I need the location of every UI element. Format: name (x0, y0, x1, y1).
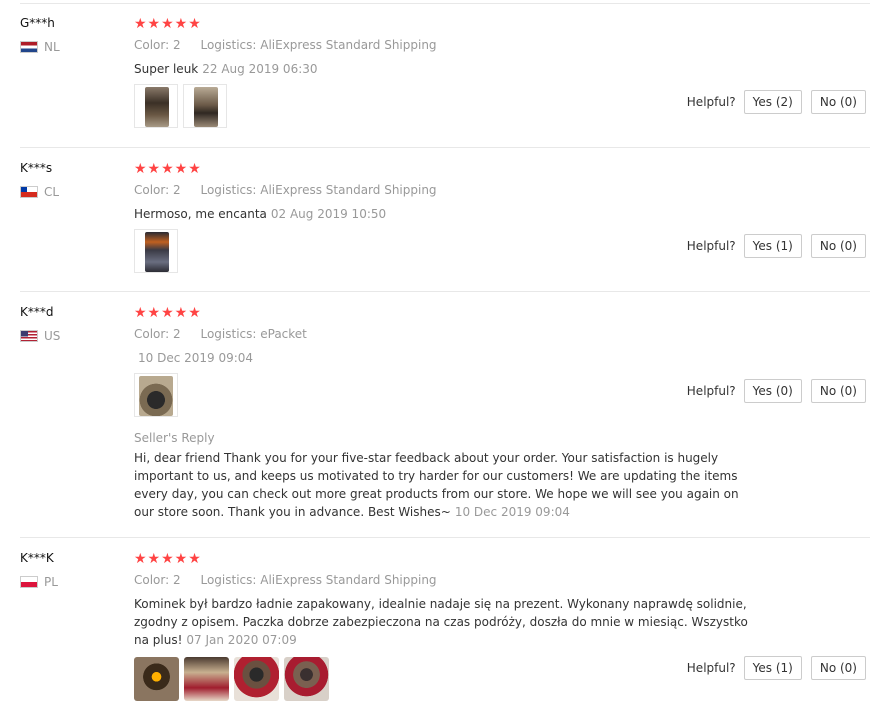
order-properties: Color: 2 Logistics: AliExpress Standard … (134, 183, 754, 197)
vote-no-button[interactable]: No (0) (810, 234, 866, 258)
flag-us-icon (20, 330, 38, 342)
review-body: ★★★★★ Color: 2 Logistics: AliExpress Sta… (134, 161, 754, 273)
review-divider (20, 291, 870, 292)
star-rating: ★★★★★ (134, 161, 202, 177)
review-photo-thumbnail[interactable] (134, 229, 178, 273)
country-code: PL (44, 575, 58, 589)
helpful-label: Helpful? (686, 661, 736, 675)
color-label: Color: (134, 327, 170, 341)
review-content: Hermoso, me encanta (134, 207, 267, 221)
review-photo-thumbnail[interactable] (134, 657, 179, 701)
color-label: Color: (134, 183, 170, 197)
vote-yes-button[interactable]: Yes (1) (743, 656, 802, 680)
review-photos (134, 373, 754, 417)
helpful-label: Helpful? (686, 95, 736, 109)
review-text: Hermoso, me encanta 02 Aug 2019 10:50 (134, 205, 754, 223)
review-photos (134, 229, 754, 273)
seller-reply-date: 10 Dec 2019 09:04 (454, 505, 570, 519)
seller-reply-content: Hi, dear friend Thank you for your five-… (134, 451, 739, 519)
order-properties: Color: 2 Logistics: AliExpress Standard … (134, 573, 754, 587)
review-divider (20, 537, 870, 538)
review-body: ★★★★★ Color: 2 Logistics: ePacket 10 Dec… (134, 305, 754, 521)
vote-yes-button[interactable]: Yes (1) (743, 234, 802, 258)
country-code: US (44, 329, 61, 343)
review-photo-thumbnail[interactable] (234, 657, 279, 701)
logistics-value: AliExpress Standard Shipping (260, 38, 437, 52)
seller-reply: Hi, dear friend Thank you for your five-… (134, 449, 754, 521)
review-date: 07 Jan 2020 07:09 (186, 633, 297, 647)
flag-cl-icon (20, 186, 38, 198)
star-rating: ★★★★★ (134, 16, 202, 32)
review-photo-thumbnail[interactable] (134, 84, 178, 128)
logistics-value: AliExpress Standard Shipping (260, 573, 437, 587)
color-value: 2 (173, 38, 181, 52)
review-date: 22 Aug 2019 06:30 (202, 62, 318, 76)
vote-yes-button[interactable]: Yes (0) (743, 379, 802, 403)
helpful-label: Helpful? (686, 384, 736, 398)
logistics-label: Logistics: (200, 38, 257, 52)
review-photo-thumbnail[interactable] (183, 84, 227, 128)
reviewer-country: PL (20, 575, 120, 589)
reviewer-info: K***d US (20, 305, 120, 343)
helpful-votes: Helpful? Yes (2) No (0) (687, 90, 866, 114)
review-divider (20, 147, 870, 148)
helpful-votes: Helpful? Yes (0) No (0) (687, 379, 866, 403)
reviewer-info: G***h NL (20, 16, 120, 54)
reviewer-country: NL (20, 40, 120, 54)
review-body: ★★★★★ Color: 2 Logistics: AliExpress Sta… (134, 551, 754, 701)
review-photo-thumbnail[interactable] (284, 657, 329, 701)
review-photo-thumbnail[interactable] (184, 657, 229, 701)
seller-reply-title: Seller's Reply (134, 431, 215, 445)
color-label: Color: (134, 38, 170, 52)
order-properties: Color: 2 Logistics: ePacket (134, 327, 754, 341)
country-code: CL (44, 185, 60, 199)
helpful-votes: Helpful? Yes (1) No (0) (687, 656, 866, 680)
reviewer-country: US (20, 329, 120, 343)
review-photos (134, 84, 754, 128)
star-rating: ★★★★★ (134, 305, 202, 321)
logistics-label: Logistics: (200, 573, 257, 587)
review-date: 10 Dec 2019 09:04 (138, 351, 254, 365)
reviewer-info: K***K PL (20, 551, 120, 589)
top-divider (20, 3, 870, 4)
vote-no-button[interactable]: No (0) (810, 90, 866, 114)
country-code: NL (44, 40, 60, 54)
flag-pl-icon (20, 576, 38, 588)
color-value: 2 (173, 327, 181, 341)
review-photo-thumbnail[interactable] (134, 373, 178, 417)
reviewer-name: G***h (20, 16, 55, 30)
reviewer-name: K***d (20, 305, 54, 319)
reviewer-info: K***s CL (20, 161, 120, 199)
logistics-value: AliExpress Standard Shipping (260, 183, 437, 197)
color-label: Color: (134, 573, 170, 587)
vote-no-button[interactable]: No (0) (810, 656, 866, 680)
review-photos (134, 657, 754, 701)
vote-no-button[interactable]: No (0) (810, 379, 866, 403)
review-content: Super leuk (134, 62, 199, 76)
star-rating: ★★★★★ (134, 551, 202, 567)
review-text: Super leuk 22 Aug 2019 06:30 (134, 60, 754, 78)
logistics-value: ePacket (260, 327, 307, 341)
order-properties: Color: 2 Logistics: AliExpress Standard … (134, 38, 754, 52)
reviewer-country: CL (20, 185, 120, 199)
logistics-label: Logistics: (200, 327, 257, 341)
color-value: 2 (173, 183, 181, 197)
helpful-votes: Helpful? Yes (1) No (0) (687, 234, 866, 258)
flag-nl-icon (20, 41, 38, 53)
reviewer-name: K***s (20, 161, 53, 175)
review-text: 10 Dec 2019 09:04 (134, 349, 754, 367)
reviewer-name: K***K (20, 551, 54, 565)
helpful-label: Helpful? (686, 239, 736, 253)
review-date: 02 Aug 2019 10:50 (270, 207, 387, 221)
logistics-label: Logistics: (200, 183, 257, 197)
review-text: Kominek był bardzo ładnie zapakowany, id… (134, 595, 754, 649)
color-value: 2 (173, 573, 181, 587)
review-body: ★★★★★ Color: 2 Logistics: AliExpress Sta… (134, 16, 754, 128)
vote-yes-button[interactable]: Yes (2) (743, 90, 802, 114)
